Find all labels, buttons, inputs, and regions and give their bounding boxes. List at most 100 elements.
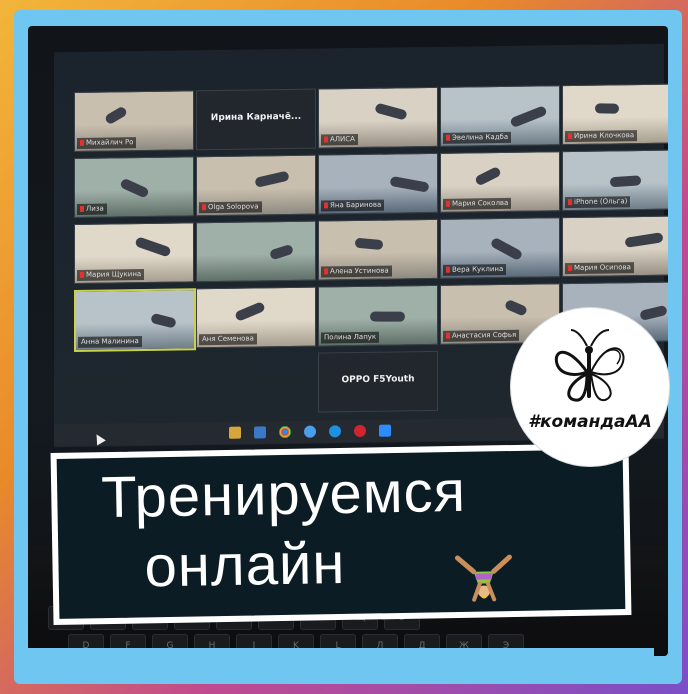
participant-tile[interactable]: Olga Solopova	[196, 154, 316, 217]
muted-mic-icon	[324, 268, 328, 275]
participant-tile[interactable]: Мария Осипова	[562, 215, 668, 278]
participant-name-caption: Мария Соколва	[443, 197, 512, 210]
participant-tile[interactable]: Алена Устинова	[318, 218, 438, 281]
person-figure-icon	[234, 301, 266, 322]
person-figure-icon	[509, 105, 548, 129]
participant-name-caption: Вера Куклина	[443, 263, 507, 276]
decorative-frame: Михайлич Ро Ирина Карначё... АЛИСА Эвелина …	[0, 0, 688, 694]
participant-tile[interactable]: Анна Малинина	[74, 288, 196, 352]
title-banner: Тренируемся онлайн	[50, 442, 632, 626]
participant-name: Анастасия Софья	[452, 330, 517, 340]
participant-tile[interactable]: Михайлич Ро	[74, 90, 194, 152]
muted-mic-icon	[568, 265, 572, 272]
muted-mic-icon	[446, 332, 450, 339]
participant-name: Михайлич Ро	[86, 138, 134, 147]
muted-mic-icon	[446, 134, 450, 141]
participant-tile[interactable]: Эвелина Кадба	[440, 85, 560, 147]
blue-border-panel: Михайлич Ро Ирина Карначё... АЛИСА Эвелина …	[14, 10, 682, 684]
participant-tile[interactable]: Мария Щукина	[74, 222, 194, 284]
participant-name-caption: Мария Щукина	[77, 268, 145, 281]
muted-mic-icon	[202, 204, 206, 211]
person-figure-icon	[624, 232, 664, 248]
team-logo-badge: #командаАА	[511, 308, 669, 466]
person-figure-icon	[150, 312, 177, 329]
participant-name: Вера Куклина	[452, 264, 504, 274]
person-figure-icon	[389, 175, 430, 193]
participant-name: iPhone (Ольга)	[574, 197, 628, 206]
muted-mic-icon	[446, 200, 450, 207]
participant-name: Мария Осипова	[574, 263, 631, 272]
participant-name-caption: iPhone (Ольга)	[565, 196, 631, 209]
muted-mic-icon	[568, 133, 572, 140]
person-figure-icon	[639, 304, 668, 321]
taskbar-skype-icon[interactable]	[329, 425, 341, 438]
participant-name-caption: Olga Solopova	[199, 201, 262, 214]
muted-mic-icon	[324, 136, 328, 143]
participant-name: Алена Устинова	[330, 266, 389, 276]
person-figure-icon	[134, 236, 172, 258]
participant-tile[interactable]	[196, 220, 316, 283]
participant-name-caption: Эвелина Кадба	[443, 131, 512, 144]
muted-mic-icon	[80, 271, 84, 278]
person-figure-icon	[354, 237, 384, 251]
participant-tile[interactable]: Вера Куклина	[440, 217, 560, 279]
participant-name: Анна Малинина	[81, 337, 139, 346]
person-figure-icon	[254, 170, 290, 188]
participant-name: Мария Соколва	[452, 198, 509, 208]
person-figure-icon	[103, 105, 129, 126]
participant-tile[interactable]: Мария Соколва	[440, 151, 560, 213]
participant-name: Яна Баринова	[330, 200, 382, 210]
participant-tile[interactable]: Ирина Карначё...	[196, 88, 316, 151]
participant-tile[interactable]: Аня Семенова	[196, 286, 316, 349]
participant-name-caption: Яна Баринова	[321, 199, 385, 212]
taskbar-mail-icon[interactable]	[254, 426, 266, 439]
participant-name-caption: Ирина Клочкова	[565, 130, 638, 143]
participant-name: Мария Щукина	[86, 270, 142, 279]
participant-tile[interactable]: OPPO F5Youth	[318, 350, 438, 413]
participant-tile[interactable]: iPhone (Ольга)	[562, 149, 668, 212]
participant-tile[interactable]: Яна Баринова	[318, 152, 438, 215]
team-hashtag: #командаАА	[528, 412, 652, 432]
butterfly-logo-icon	[554, 329, 625, 402]
muted-mic-icon	[446, 266, 450, 273]
participant-name: Olga Solopova	[208, 202, 259, 212]
taskbar-folder-icon[interactable]	[229, 426, 241, 439]
participant-name: АЛИСА	[330, 135, 355, 144]
muted-mic-icon	[568, 199, 572, 206]
participant-tile[interactable]: АЛИСА	[318, 86, 438, 149]
muted-mic-icon	[80, 205, 84, 212]
person-figure-icon	[269, 243, 294, 261]
participant-name-caption: Анна Малинина	[78, 336, 142, 348]
participant-tile[interactable]: Полина Лапук	[318, 284, 438, 347]
person-figure-icon	[119, 177, 150, 199]
participant-name: Ирина Карначё...	[210, 111, 302, 124]
participant-name-caption: Полина Лапук	[321, 331, 380, 344]
person-figure-icon	[503, 298, 529, 317]
participant-name-caption: Аня Семенова	[199, 333, 257, 346]
participant-name-caption: АЛИСА	[321, 134, 358, 146]
participant-tile[interactable]: Ирина Клочкова	[562, 83, 668, 146]
taskbar-chrome-icon[interactable]	[279, 425, 291, 439]
banner-title-line1: Тренируемся	[100, 458, 467, 531]
person-figure-icon	[474, 165, 502, 187]
participant-name: Эвелина Кадба	[452, 132, 509, 142]
person-figure-icon	[609, 175, 642, 188]
participant-name-caption: Алена Устинова	[321, 265, 392, 278]
person-figure-icon	[369, 311, 406, 322]
participant-name: OPPO F5Youth	[341, 374, 415, 386]
bottom-blue-strip	[14, 648, 654, 674]
taskbar-opera-icon[interactable]	[354, 424, 366, 438]
cartwheel-gymnast-icon	[454, 554, 512, 602]
person-figure-icon	[374, 102, 408, 121]
participant-video	[197, 221, 315, 282]
taskbar-browser-icon[interactable]	[304, 425, 316, 438]
taskbar-zoom-icon[interactable]	[379, 424, 391, 437]
participant-tile[interactable]: Лиза	[74, 156, 194, 218]
participant-name-caption: Лиза	[77, 203, 107, 215]
participant-name: Лиза	[86, 204, 104, 213]
muted-mic-icon	[324, 202, 328, 209]
participant-name-caption: Михайлич Ро	[77, 137, 137, 149]
participant-name: Полина Лапук	[324, 332, 377, 342]
participant-name: Ирина Клочкова	[574, 131, 635, 140]
participant-name: Аня Семенова	[202, 334, 254, 344]
